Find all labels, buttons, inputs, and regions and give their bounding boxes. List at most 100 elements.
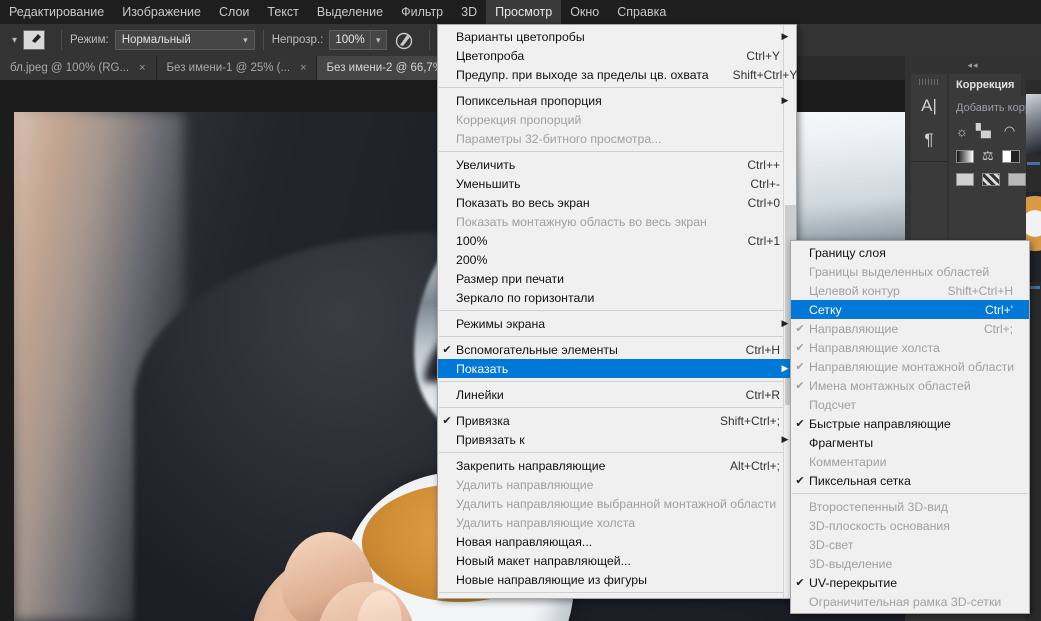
menu-item[interactable]: Новые направляющие из фигуры — [438, 570, 796, 589]
menu-item[interactable]: Подсчет — [791, 395, 1029, 414]
menu-item[interactable]: Удалить направляющие — [438, 475, 796, 494]
menubar-item-4[interactable]: Выделение — [308, 0, 392, 24]
hue-saturation-icon[interactable] — [1001, 149, 1020, 163]
menu-item[interactable]: Показать монтажную область во весь экран — [438, 212, 796, 231]
menu-item[interactable]: Коррекция пропорций — [438, 110, 796, 129]
menu-item[interactable]: ✔ Пиксельная сетка — [791, 471, 1029, 490]
document-tab-label: Без имени-2 @ 66,7%... — [326, 62, 453, 74]
close-icon[interactable]: × — [139, 62, 145, 74]
menu-item[interactable]: ✔ Вспомогательные элементы Ctrl+H — [438, 340, 796, 359]
menubar-item-5[interactable]: Фильтр — [392, 0, 452, 24]
menu-item[interactable]: 3D-плоскость основания — [791, 516, 1029, 535]
menu-item[interactable]: Ограничительная рамка 3D-сетки — [791, 592, 1029, 611]
menu-item[interactable]: Режимы экрана ▶ — [438, 314, 796, 333]
levels-icon[interactable]: ▚▖ — [976, 123, 996, 139]
menu-item[interactable]: Размер при печати — [438, 269, 796, 288]
brightness-icon[interactable]: ☼ — [956, 124, 968, 139]
show-submenu[interactable]: Границу слоя Границы выделенных областей Ц… — [790, 240, 1030, 614]
black-white-icon[interactable] — [982, 173, 1000, 186]
menu-item-label: Показать — [456, 361, 509, 376]
view-dropdown-menu[interactable]: Варианты цветопробы ▶ Цветопроба Ctrl+Y Пред… — [437, 24, 797, 599]
menu-item[interactable]: 200% — [438, 250, 796, 269]
brush-preset-icon[interactable] — [23, 30, 46, 50]
menu-item[interactable]: Привязать к ▶ — [438, 430, 796, 449]
menu-item[interactable]: ✔ Направляющие холста — [791, 338, 1029, 357]
document-tab-0[interactable]: бл.jpeg @ 100% (RG... × — [0, 56, 157, 80]
menu-item-label: Фрагменты — [809, 435, 874, 450]
menubar-item-0[interactable]: Редактирование — [0, 0, 113, 24]
menu-item[interactable]: ✔ Быстрые направляющие — [791, 414, 1029, 433]
menu-item-label: Целевой контур — [809, 283, 900, 298]
menubar-item-6[interactable]: 3D — [452, 0, 486, 24]
menu-item[interactable]: Удалить направляющие холста — [438, 513, 796, 532]
menu-item-label: Параметры 32-битного просмотра... — [456, 131, 662, 146]
menu-item[interactable]: Второстепенный 3D-вид — [791, 497, 1029, 516]
menu-item[interactable]: Удалить направляющие выбранной монтажной… — [438, 494, 796, 513]
menu-item[interactable]: Варианты цветопробы ▶ — [438, 27, 796, 46]
menu-item[interactable]: Увеличить Ctrl++ — [438, 155, 796, 174]
document-tab-1[interactable]: Без имени-1 @ 25% (... × — [156, 56, 317, 80]
exposure-icon[interactable] — [956, 149, 974, 163]
character-panel-icon[interactable]: A| — [911, 89, 947, 123]
menu-item[interactable]: Линейки Ctrl+R — [438, 385, 796, 404]
tab-adjustments[interactable]: Коррекция — [949, 74, 1022, 96]
menu-item[interactable]: Уменьшить Ctrl+- — [438, 174, 796, 193]
paragraph-panel-icon[interactable]: ¶ — [911, 123, 947, 157]
menu-item-shortcut: Ctrl+' — [985, 302, 1013, 317]
menu-item[interactable]: Закрепить направляющие Alt+Ctrl+; — [438, 456, 796, 475]
menu-item[interactable]: Зеркало по горизонтали — [438, 288, 796, 307]
menu-item[interactable]: ✔ Привязка Shift+Ctrl+; — [438, 411, 796, 430]
menu-item[interactable]: 100% Ctrl+1 — [438, 231, 796, 250]
menu-separator — [792, 493, 1028, 494]
menubar-item-7[interactable]: Просмотр — [486, 0, 562, 24]
menu-item[interactable]: Цветопроба Ctrl+Y — [438, 46, 796, 65]
menu-item-label: Уменьшить — [456, 176, 521, 191]
menubar-item-1[interactable]: Изображение — [113, 0, 210, 24]
menu-item-label: Ограничительная рамка 3D-сетки — [809, 594, 1002, 609]
mode-label: Режим: — [70, 34, 109, 46]
menu-item[interactable]: ✔ UV-перекрытие — [791, 573, 1029, 592]
menu-item[interactable]: Предупр. при выходе за пределы цв. охват… — [438, 65, 797, 84]
menu-item[interactable]: Целевой контур Shift+Ctrl+H — [791, 281, 1029, 300]
menu-item[interactable]: Границу слоя — [791, 243, 1029, 262]
menu-item[interactable]: ✔ Имена монтажных областей — [791, 376, 1029, 395]
blend-mode-select[interactable]: Нормальный ▾ — [114, 30, 255, 50]
menu-item[interactable]: Фрагменты — [791, 433, 1029, 452]
opacity-stepper[interactable]: ▾ — [370, 30, 387, 50]
menu-item[interactable]: ✔ Направляющие монтажной области — [791, 357, 1029, 376]
chevron-down-icon[interactable]: ▾ — [12, 35, 17, 46]
menu-item[interactable]: 3D-свет — [791, 535, 1029, 554]
menu-item[interactable]: Показать ▶ — [438, 359, 796, 378]
menubar-item-8[interactable]: Окно — [561, 0, 608, 24]
menu-item[interactable]: Новый макет направляющей... — [438, 551, 796, 570]
menu-item[interactable]: Попиксельная пропорция ▶ — [438, 91, 796, 110]
menu-item[interactable]: Параметры 32-битного просмотра... — [438, 129, 796, 148]
menu-separator — [439, 87, 795, 88]
menubar-item-2[interactable]: Слои — [210, 0, 258, 24]
menubar-item-3[interactable]: Текст — [258, 0, 307, 24]
menu-item[interactable]: 3D-выделение — [791, 554, 1029, 573]
check-icon: ✔ — [442, 344, 452, 356]
menu-item[interactable]: Комментарии — [791, 452, 1029, 471]
menu-item-shortcut: Ctrl++ — [747, 157, 780, 172]
menu-item[interactable]: Границы выделенных областей — [791, 262, 1029, 281]
close-icon[interactable]: × — [300, 62, 306, 74]
panel-grip[interactable] — [919, 79, 939, 85]
divider — [262, 30, 264, 50]
opacity-input[interactable]: 100% — [329, 30, 371, 50]
menubar-item-9[interactable]: Справка — [608, 0, 675, 24]
menu-item[interactable]: Новая направляющая... — [438, 532, 796, 551]
menu-item-shortcut: Shift+Ctrl+; — [719, 413, 780, 428]
curves-icon[interactable]: ◠ — [1004, 123, 1015, 139]
collapse-panels-icon[interactable]: ◂◂ — [905, 56, 1041, 74]
menu-item[interactable]: Сетку Ctrl+' — [791, 300, 1029, 319]
airbrush-icon[interactable] — [393, 29, 415, 51]
color-balance-icon[interactable] — [956, 173, 974, 186]
menu-item[interactable]: ✔ Направляющие Ctrl+; — [791, 319, 1029, 338]
menu-item-label: Направляющие — [809, 321, 899, 336]
photo-filter-icon[interactable] — [1008, 173, 1026, 186]
menu-item-label: Линейки — [456, 387, 504, 402]
vibrance-icon[interactable]: ⚖ — [982, 148, 994, 164]
menu-item[interactable]: Показать во весь экран Ctrl+0 — [438, 193, 796, 212]
menu-item-label: Направляющие холста — [809, 340, 940, 355]
